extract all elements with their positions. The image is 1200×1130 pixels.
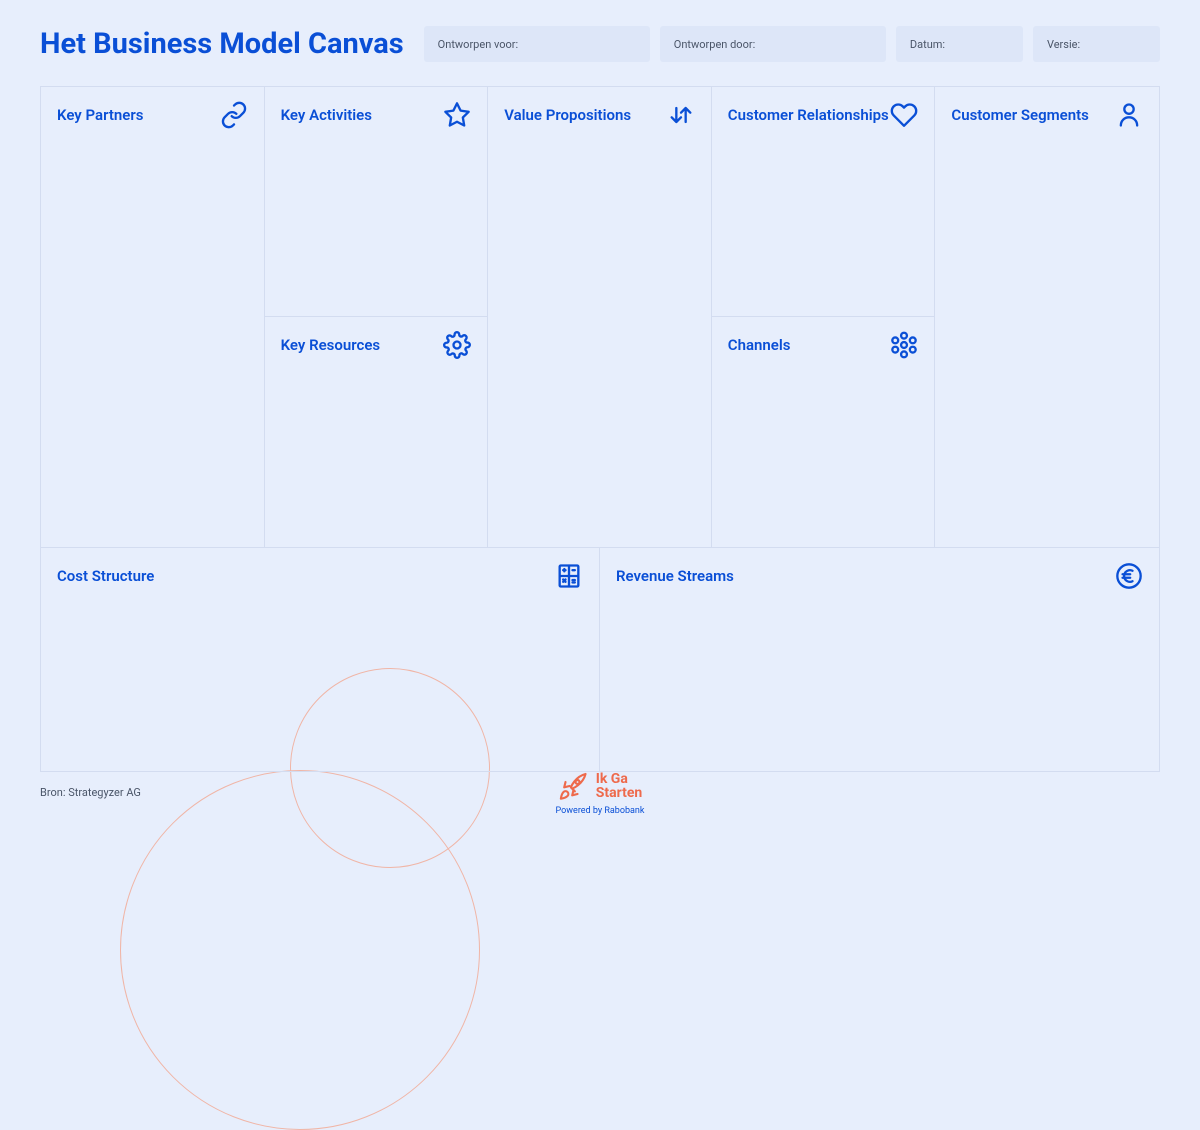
meta-version-label: Versie: xyxy=(1047,38,1080,51)
header: Het Business Model Canvas Ontworpen voor… xyxy=(40,26,1160,62)
block-title-customer-segments: Customer Segments xyxy=(951,106,1088,124)
page-title: Het Business Model Canvas xyxy=(40,27,404,61)
bmc-canvas: Key Partners Key Activities xyxy=(40,86,1160,772)
meta-designed-by[interactable]: Ontworpen door: xyxy=(660,26,886,62)
footer-brand: Ik Ga Starten Powered by Rabobank xyxy=(556,770,645,816)
block-key-activities[interactable]: Key Activities xyxy=(265,87,488,317)
meta-designed-for-label: Ontworpen voor: xyxy=(438,38,519,51)
arrows-up-down-icon xyxy=(667,101,695,129)
gear-icon xyxy=(443,331,471,359)
block-title-key-activities: Key Activities xyxy=(281,106,372,124)
heart-icon xyxy=(890,101,918,129)
meta-date-label: Datum: xyxy=(910,38,945,51)
block-value-propositions[interactable]: Value Propositions xyxy=(488,87,711,547)
star-icon xyxy=(443,101,471,129)
block-cost-structure[interactable]: Cost Structure xyxy=(41,548,600,771)
person-icon xyxy=(1115,101,1143,129)
link-icon xyxy=(220,101,248,129)
calculator-icon xyxy=(555,562,583,590)
meta-date[interactable]: Datum: xyxy=(896,26,1023,62)
meta-version[interactable]: Versie: xyxy=(1033,26,1160,62)
block-title-key-resources: Key Resources xyxy=(281,336,381,354)
brand-subtitle: Powered by Rabobank xyxy=(556,806,645,816)
meta-designed-by-label: Ontworpen door: xyxy=(674,38,755,51)
block-customer-segments[interactable]: Customer Segments xyxy=(935,87,1159,547)
footer-source: Bron: Strategyzer AG xyxy=(40,786,141,799)
network-icon xyxy=(890,331,918,359)
footer: Bron: Strategyzer AG Ik Ga Starten Power… xyxy=(40,772,1160,799)
block-key-partners[interactable]: Key Partners xyxy=(41,87,264,547)
block-channels[interactable]: Channels xyxy=(712,317,935,547)
brand-line1: Ik Ga xyxy=(596,772,642,786)
block-key-resources[interactable]: Key Resources xyxy=(265,317,488,547)
block-title-customer-relationships: Customer Relationships xyxy=(728,106,889,124)
meta-designed-for[interactable]: Ontworpen voor: xyxy=(424,26,650,62)
block-customer-relationships[interactable]: Customer Relationships xyxy=(712,87,935,317)
decorative-circle xyxy=(120,770,480,1130)
block-title-key-partners: Key Partners xyxy=(57,106,143,124)
block-revenue-streams[interactable]: Revenue Streams xyxy=(600,548,1159,771)
block-title-value-propositions: Value Propositions xyxy=(504,106,631,124)
block-title-cost-structure: Cost Structure xyxy=(57,567,154,585)
rocket-icon xyxy=(558,770,590,802)
brand-line2: Starten xyxy=(596,786,642,800)
block-title-channels: Channels xyxy=(728,336,791,354)
euro-icon xyxy=(1115,562,1143,590)
block-title-revenue-streams: Revenue Streams xyxy=(616,567,734,585)
